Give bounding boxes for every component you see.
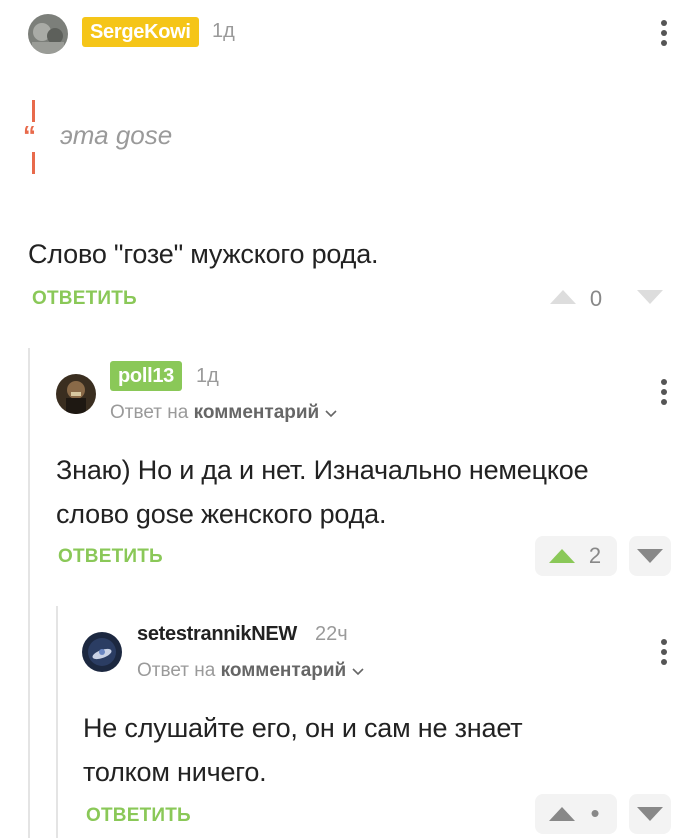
reply-button[interactable]: ОТВЕТИТЬ	[32, 288, 137, 310]
reply-button[interactable]: ОТВЕТИТЬ	[58, 546, 163, 568]
downvote-button[interactable]	[629, 536, 671, 576]
downvote-icon	[637, 807, 663, 821]
upvote-icon	[549, 549, 575, 563]
rating-count: 0	[589, 286, 603, 311]
thread-line	[28, 348, 30, 838]
username-badge[interactable]: poll13	[110, 361, 182, 391]
quote-bar-bottom	[32, 152, 35, 174]
more-options-icon[interactable]	[654, 18, 674, 48]
reply-to-prefix: Ответ на	[137, 660, 216, 681]
reply-to-link[interactable]: комментарий	[221, 660, 347, 681]
quote-bar-top	[32, 100, 35, 122]
downvote-button[interactable]	[629, 794, 671, 834]
rating-count: 2	[588, 543, 602, 568]
quote-text: эта gose	[60, 120, 173, 150]
username[interactable]: setestrannikNEW	[137, 623, 297, 646]
comment-thread: SergeKowi 1д “ эта gose Слово "гозе" муж…	[0, 0, 700, 838]
reply-to[interactable]: Ответ на комментарий	[110, 402, 337, 424]
comment-body-line: слово gose женского рода.	[56, 499, 387, 529]
comment-body: Слово "гозе" мужского рода.	[28, 239, 379, 269]
upvote-icon[interactable]	[550, 290, 576, 304]
more-options-icon[interactable]	[654, 637, 674, 667]
comment-time: 22ч	[315, 623, 348, 645]
reply-button[interactable]: ОТВЕТИТЬ	[86, 805, 191, 827]
upvote-icon	[549, 807, 575, 821]
chevron-down-icon	[352, 660, 364, 682]
rating-count: •	[590, 798, 600, 828]
comment-body-line: толком ничего.	[83, 757, 267, 787]
avatar[interactable]	[82, 632, 122, 672]
avatar[interactable]	[56, 374, 96, 414]
downvote-icon[interactable]	[637, 290, 663, 304]
thread-line	[56, 606, 58, 838]
upvote-button[interactable]: 2	[535, 536, 617, 576]
comment-time: 1д	[212, 20, 235, 42]
upvote-button[interactable]: •	[535, 794, 617, 834]
comment-time: 1д	[196, 365, 219, 387]
reply-to[interactable]: Ответ на комментарий	[137, 660, 364, 682]
comment-body-line: Не слушайте его, он и сам не знает	[83, 713, 523, 743]
downvote-icon	[637, 549, 663, 563]
quote-icon: “	[23, 120, 36, 150]
reply-to-link[interactable]: комментарий	[194, 402, 320, 423]
avatar[interactable]	[28, 14, 68, 54]
reply-to-prefix: Ответ на	[110, 402, 189, 423]
chevron-down-icon	[325, 402, 337, 424]
more-options-icon[interactable]	[654, 377, 674, 407]
username-badge[interactable]: SergeKowi	[82, 17, 199, 47]
comment-body-line: Знаю) Но и да и нет. Изначально немецкое	[56, 455, 589, 485]
